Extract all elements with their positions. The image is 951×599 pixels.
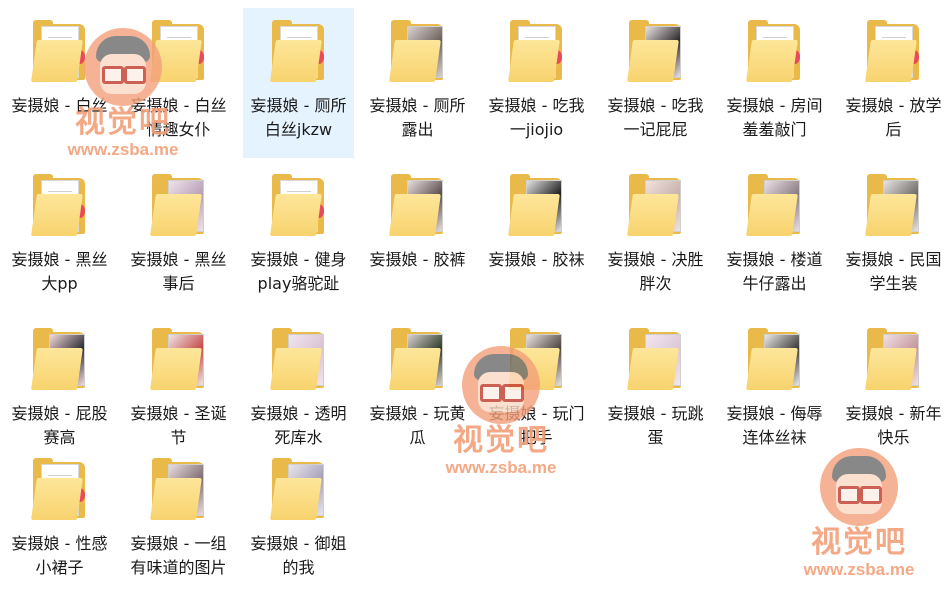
folder-icon [30,328,89,392]
folder-label: 妄摄娘 - 胶袜 [488,250,585,269]
folder-icon [745,174,804,238]
folder-icon [507,174,566,238]
folder-label: 妄摄娘 - 民国学生装 [845,250,942,293]
folder-label: 妄摄娘 - 透明死库水 [250,404,347,447]
folder-icon [30,458,89,522]
folder-item[interactable]: 妄摄娘 - 白丝 [4,8,115,158]
folder-label: 妄摄娘 - 玩门把手 [488,404,585,447]
folder-item[interactable]: 妄摄娘 - 黑丝大pp [4,162,115,312]
folder-item[interactable]: 妄摄娘 - 吃我一jiojio [481,8,592,158]
folder-icon [269,20,328,84]
folder-item[interactable]: 妄摄娘 - 新年快乐 [838,316,949,466]
folder-label: 妄摄娘 - 黑丝事后 [130,250,227,293]
folder-icon [149,328,208,392]
folder-item[interactable]: 妄摄娘 - 性感小裙子 [4,446,115,596]
folder-item[interactable]: 妄摄娘 - 玩黄瓜 [362,316,473,466]
folder-item[interactable]: 妄摄娘 - 玩跳蛋 [600,316,711,466]
folder-icon [30,20,89,84]
folder-label: 妄摄娘 - 健身play骆驼趾 [250,250,347,293]
folder-label: 妄摄娘 - 房间羞羞敲门 [726,96,823,139]
folder-item[interactable]: 妄摄娘 - 屁股赛高 [4,316,115,466]
folder-item[interactable]: 妄摄娘 - 圣诞节 [123,316,234,466]
folder-item[interactable]: 妄摄娘 - 黑丝事后 [123,162,234,312]
folder-label: 妄摄娘 - 白丝情趣女仆 [130,96,227,139]
folder-icon [626,328,685,392]
folder-label: 妄摄娘 - 黑丝大pp [11,250,108,293]
folder-label: 妄摄娘 - 屁股赛高 [11,404,108,447]
folder-item[interactable]: 妄摄娘 - 胶袜 [481,162,592,312]
folder-label: 妄摄娘 - 圣诞节 [130,404,227,447]
folder-icon [626,20,685,84]
folder-icon [864,174,923,238]
folder-icon [507,20,566,84]
folder-item[interactable]: 妄摄娘 - 决胜胖次 [600,162,711,312]
folder-icon [149,20,208,84]
folder-icon [269,174,328,238]
folder-item[interactable]: 妄摄娘 - 放学后 [838,8,949,158]
folder-icon [269,458,328,522]
folder-icon [149,174,208,238]
folder-item[interactable]: 妄摄娘 - 玩门把手 [481,316,592,466]
folder-label: 妄摄娘 - 吃我一记屁屁 [607,96,704,139]
folder-icon [269,328,328,392]
folder-label: 妄摄娘 - 性感小裙子 [11,534,108,577]
folder-item[interactable]: 妄摄娘 - 侮辱连体丝袜 [719,316,830,466]
folder-item[interactable]: 妄摄娘 - 厕所露出 [362,8,473,158]
folder-item[interactable]: 妄摄娘 - 御姐的我 [243,446,354,596]
folder-grid: 妄摄娘 - 白丝 妄摄娘 - 白丝情趣女仆 妄摄娘 - 厕所白丝jkzw 妄摄娘 - … [0,0,951,599]
folder-item[interactable]: 妄摄娘 - 健身play骆驼趾 [243,162,354,312]
folder-icon [388,174,447,238]
folder-label: 妄摄娘 - 新年快乐 [845,404,942,447]
folder-icon [626,174,685,238]
folder-icon [745,20,804,84]
folder-label: 妄摄娘 - 一组有味道的图片 [130,534,227,577]
folder-label: 妄摄娘 - 厕所露出 [369,96,466,139]
folder-icon [149,458,208,522]
folder-icon [864,328,923,392]
folder-label: 妄摄娘 - 厕所白丝jkzw [250,96,347,139]
folder-icon [745,328,804,392]
folder-icon [507,328,566,392]
folder-icon [388,328,447,392]
folder-label: 妄摄娘 - 胶裤 [369,250,466,269]
folder-item[interactable]: 妄摄娘 - 胶裤 [362,162,473,312]
folder-label: 妄摄娘 - 御姐的我 [250,534,347,577]
folder-item[interactable]: 妄摄娘 - 白丝情趣女仆 [123,8,234,158]
folder-item[interactable]: 妄摄娘 - 房间羞羞敲门 [719,8,830,158]
folder-label: 妄摄娘 - 侮辱连体丝袜 [726,404,823,447]
folder-label: 妄摄娘 - 白丝 [11,96,108,115]
folder-label: 妄摄娘 - 玩黄瓜 [369,404,466,447]
folder-item[interactable]: 妄摄娘 - 厕所白丝jkzw [243,8,354,158]
folder-item[interactable]: 妄摄娘 - 吃我一记屁屁 [600,8,711,158]
folder-item[interactable]: 妄摄娘 - 透明死库水 [243,316,354,466]
folder-label: 妄摄娘 - 玩跳蛋 [607,404,704,447]
folder-icon [864,20,923,84]
folder-label: 妄摄娘 - 决胜胖次 [607,250,704,293]
folder-item[interactable]: 妄摄娘 - 民国学生装 [838,162,949,312]
folder-label: 妄摄娘 - 放学后 [845,96,942,139]
folder-label: 妄摄娘 - 楼道牛仔露出 [726,250,823,293]
folder-icon [30,174,89,238]
folder-label: 妄摄娘 - 吃我一jiojio [488,96,585,139]
folder-item[interactable]: 妄摄娘 - 楼道牛仔露出 [719,162,830,312]
folder-icon [388,20,447,84]
folder-item[interactable]: 妄摄娘 - 一组有味道的图片 [123,446,234,596]
